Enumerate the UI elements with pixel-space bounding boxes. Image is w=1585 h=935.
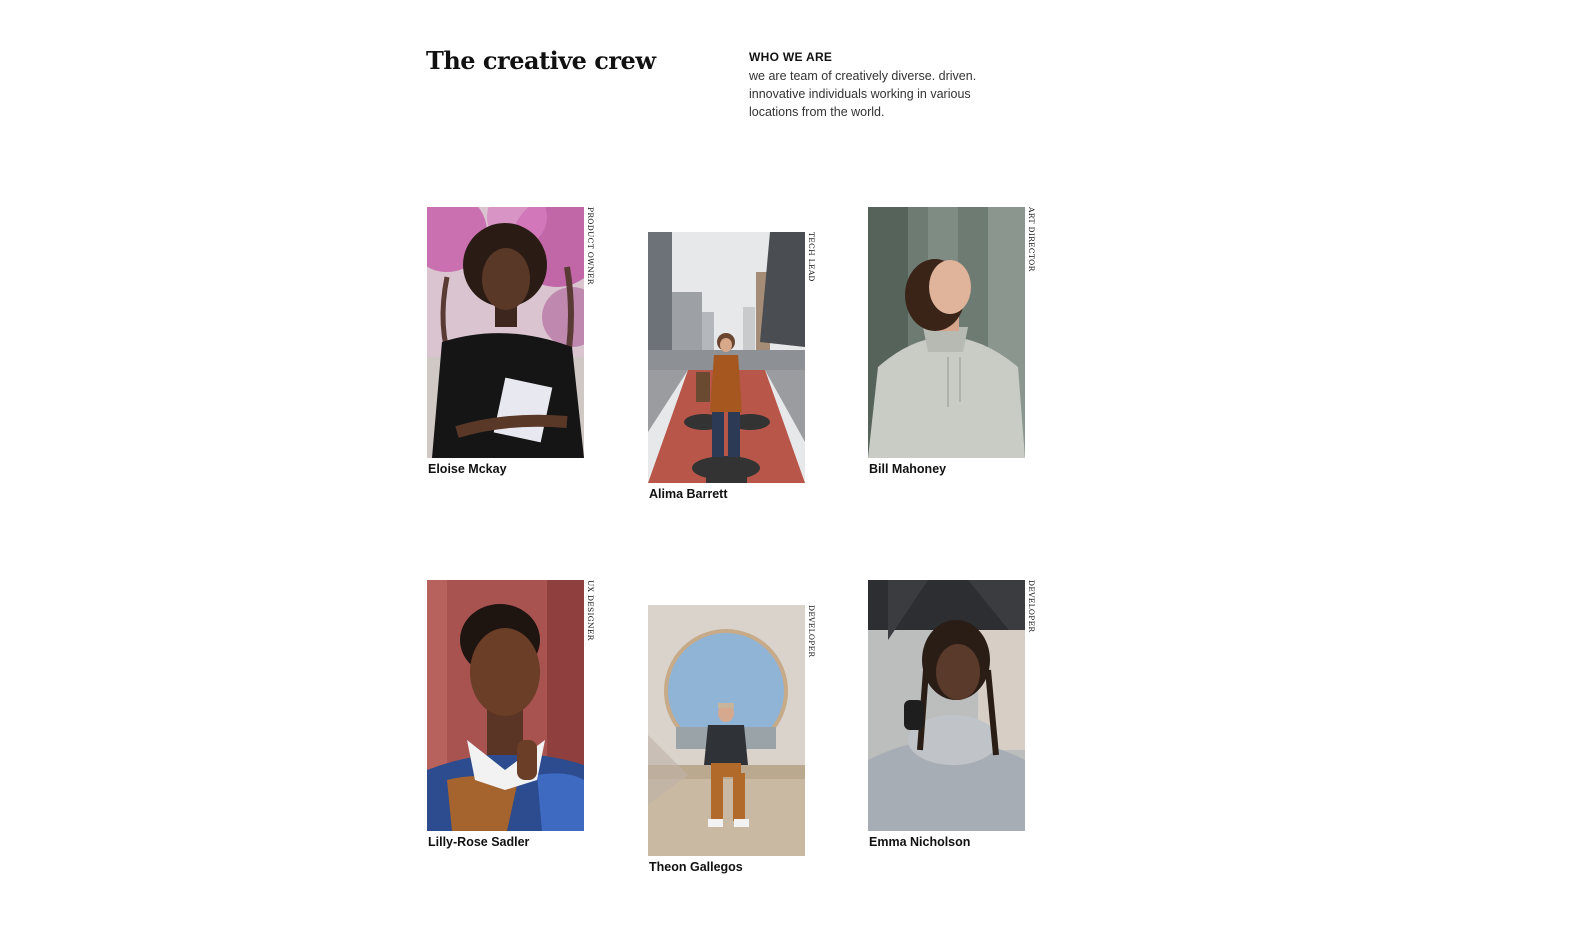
member-name[interactable]: Lilly-Rose Sadler <box>428 835 529 849</box>
member-photo[interactable] <box>648 605 805 856</box>
page-title: The creative crew <box>426 46 656 75</box>
member-role: TECH LEAD <box>807 232 816 282</box>
portrait-man-sitting-image <box>648 605 805 856</box>
member-role: DEVELOPER <box>807 605 816 658</box>
portrait-woman-red-wall-image <box>427 580 584 831</box>
intro-section: WHO WE ARE we are team of creatively div… <box>749 49 1019 121</box>
member-role: UX DESIGNER <box>586 580 595 641</box>
member-name[interactable]: Alima Barrett <box>649 487 728 501</box>
member-photo[interactable] <box>427 580 584 831</box>
member-name[interactable]: Bill Mahoney <box>869 462 946 476</box>
portrait-woman-with-scarf-image <box>868 580 1025 831</box>
member-role: PRODUCT OWNER <box>586 207 595 285</box>
member-photo[interactable] <box>868 580 1025 831</box>
member-photo[interactable] <box>427 207 584 458</box>
portrait-woman-in-city-image <box>648 232 805 483</box>
member-role: DEVELOPER <box>1027 580 1036 633</box>
intro-heading: WHO WE ARE <box>749 50 833 64</box>
portrait-man-in-hoodie-image <box>868 207 1025 458</box>
member-photo[interactable] <box>868 207 1025 458</box>
member-photo[interactable] <box>648 232 805 483</box>
member-role: ART DIRECTOR <box>1027 207 1036 272</box>
intro-text: we are team of creatively diverse. drive… <box>749 69 977 119</box>
portrait-woman-with-book-image <box>427 207 584 458</box>
member-name[interactable]: Theon Gallegos <box>649 860 743 874</box>
member-name[interactable]: Eloise Mckay <box>428 462 507 476</box>
member-name[interactable]: Emma Nicholson <box>869 835 970 849</box>
